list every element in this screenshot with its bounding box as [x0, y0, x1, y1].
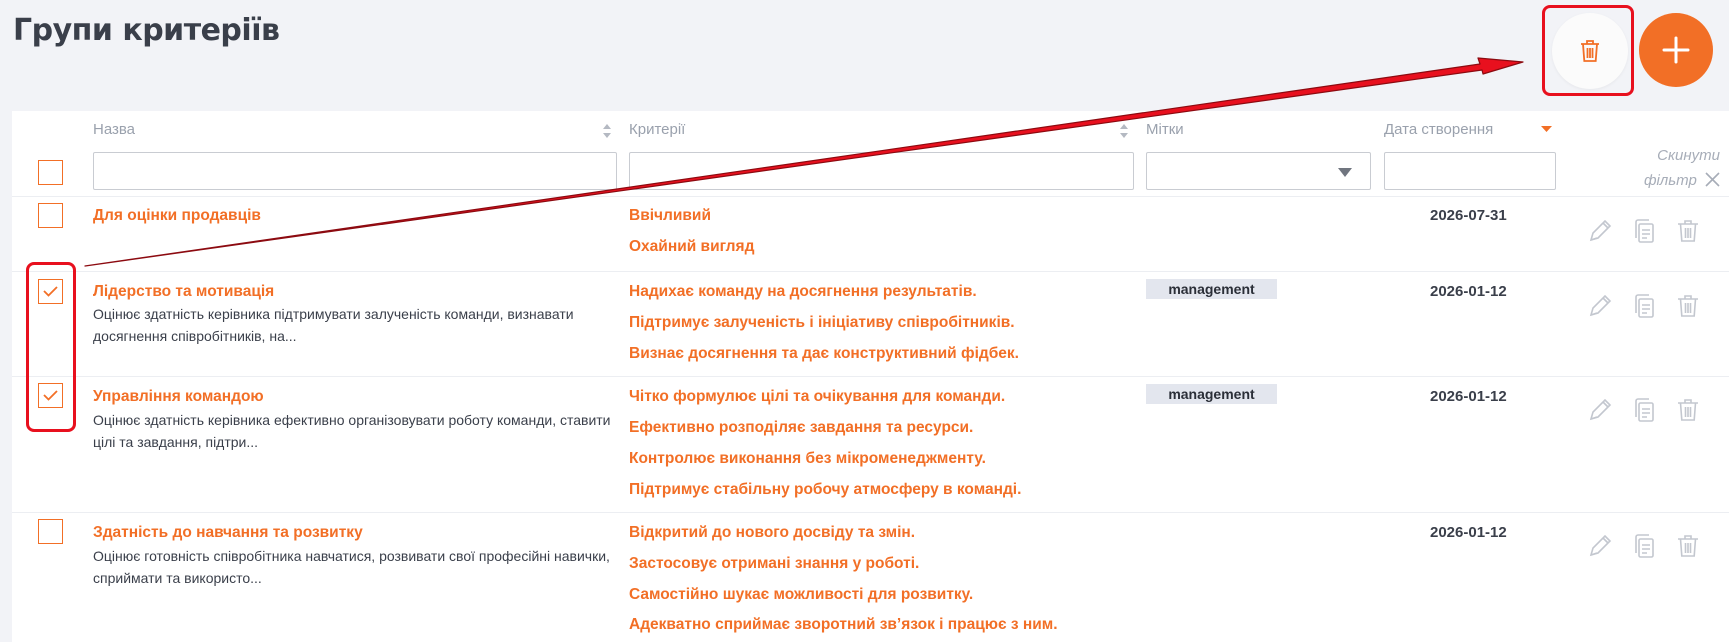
criterion-item: Контролює виконання без мікроменеджменту…: [629, 450, 986, 467]
tag-badge: management: [1146, 384, 1277, 404]
row-divider: [12, 376, 1729, 377]
group-title-link[interactable]: Управління командою: [93, 388, 264, 406]
copy-button[interactable]: [1630, 217, 1658, 245]
created-date: 2026-01-12: [1430, 524, 1507, 541]
pencil-icon: [1589, 398, 1612, 421]
column-header-tags: Мітки: [1146, 121, 1184, 138]
row-checkbox-checked[interactable]: [38, 383, 63, 408]
copy-icon: [1635, 534, 1654, 558]
column-header-created[interactable]: Дата створення: [1384, 121, 1493, 138]
add-group-button[interactable]: [1639, 13, 1713, 87]
delete-button[interactable]: [1674, 532, 1702, 560]
sort-icon[interactable]: [602, 123, 612, 139]
bulk-delete-button[interactable]: [1552, 13, 1628, 89]
group-title-link[interactable]: Лідерство та мотивація: [93, 283, 274, 301]
criterion-item: Підтримує стабільну робочу атмосферу в к…: [629, 481, 1022, 498]
copy-icon: [1635, 294, 1654, 318]
group-title-link[interactable]: Для оцінки продавців: [93, 207, 261, 225]
copy-button[interactable]: [1630, 532, 1658, 560]
criterion-item: Застосовує отримані знання у роботі.: [629, 555, 920, 572]
select-all-checkbox[interactable]: [38, 160, 63, 185]
group-description: Оцінює здатність керівника підтримувати …: [93, 306, 574, 344]
pencil-icon: [1589, 219, 1612, 242]
row-checkbox[interactable]: [38, 519, 63, 544]
checkmark-icon: [43, 390, 58, 401]
criterion-item: Чітко формулює цілі та очікування для ко…: [629, 388, 1006, 405]
created-date: 2026-01-12: [1430, 388, 1507, 405]
criterion-item: Ефективно розподіляє завдання та ресурси…: [629, 419, 974, 436]
edit-button[interactable]: [1586, 217, 1614, 245]
edit-button[interactable]: [1586, 292, 1614, 320]
edit-button[interactable]: [1586, 396, 1614, 424]
sort-icon[interactable]: [1119, 123, 1129, 139]
reset-filter-button[interactable]: Скинути фільтр: [1616, 143, 1720, 193]
criterion-item: Відкритий до нового досвіду та змін.: [629, 524, 916, 541]
tags-filter-select[interactable]: [1146, 152, 1371, 190]
copy-button[interactable]: [1630, 292, 1658, 320]
criterion-item: Визнає досягнення та дає конструктивний …: [629, 345, 1019, 362]
delete-button[interactable]: [1674, 292, 1702, 320]
column-header-criteria[interactable]: Критерії: [629, 121, 685, 138]
group-description: Оцінює здатність керівника ефективно орг…: [93, 412, 611, 450]
plus-icon: [1662, 36, 1690, 64]
delete-button[interactable]: [1674, 396, 1702, 424]
copy-button[interactable]: [1630, 396, 1658, 424]
column-header-name[interactable]: Назва: [93, 121, 135, 138]
group-description: Оцінює готовність співробітника навчатис…: [93, 548, 610, 586]
chevron-down-icon: [1338, 168, 1352, 177]
delete-button[interactable]: [1674, 217, 1702, 245]
pencil-icon: [1589, 294, 1612, 317]
row-divider: [12, 271, 1729, 272]
trash-icon: [1678, 399, 1698, 421]
row-divider: [12, 512, 1729, 513]
criterion-item: Надихає команду на досягнення результаті…: [629, 283, 977, 300]
criterion-item: Охайний вигляд: [629, 238, 755, 255]
trash-icon: [1678, 220, 1698, 242]
criterion-item: Ввічливий: [629, 207, 711, 224]
date-filter-input[interactable]: [1384, 152, 1556, 190]
sort-desc-icon[interactable]: [1541, 125, 1552, 133]
checkmark-icon: [43, 286, 58, 297]
criterion-item: Підтримує залученість і ініціативу співр…: [629, 314, 1015, 331]
created-date: 2026-07-31: [1430, 207, 1507, 224]
row-divider: [12, 196, 1729, 197]
criteria-filter-input[interactable]: [629, 152, 1134, 190]
tag-badge: management: [1146, 279, 1277, 299]
criterion-item: Самостійно шукає можливості для розвитку…: [629, 586, 974, 603]
group-title-link[interactable]: Здатність до навчання та розвитку: [93, 524, 363, 542]
page-title: Групи критеріїв: [13, 13, 280, 48]
row-checkbox-checked[interactable]: [38, 279, 63, 304]
pencil-icon: [1589, 534, 1612, 557]
edit-button[interactable]: [1586, 532, 1614, 560]
trash-icon: [1581, 40, 1599, 62]
created-date: 2026-01-12: [1430, 283, 1507, 300]
criterion-item: Адекватно сприймає зворотний зв’язок і п…: [629, 616, 1058, 633]
copy-icon: [1635, 219, 1654, 243]
name-filter-input[interactable]: [93, 152, 617, 190]
row-checkbox[interactable]: [38, 203, 63, 228]
copy-icon: [1635, 398, 1654, 422]
trash-icon: [1678, 535, 1698, 557]
close-icon: [1705, 172, 1720, 187]
trash-icon: [1678, 295, 1698, 317]
